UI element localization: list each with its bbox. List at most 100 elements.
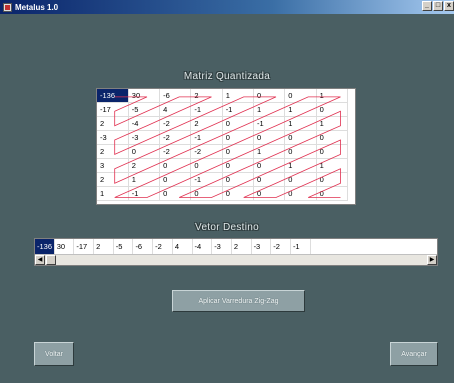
vector-cell[interactable]: 2 — [94, 239, 114, 254]
matrix-cell[interactable]: 0 — [190, 186, 223, 202]
matrix-cell[interactable]: -1 — [128, 186, 161, 202]
matrix-cell[interactable]: 0 — [253, 130, 286, 146]
close-button[interactable]: x — [444, 1, 454, 11]
vector-cell[interactable]: -3 — [212, 239, 232, 254]
vector-cell[interactable]: -5 — [114, 239, 134, 254]
vector-cell[interactable]: -4 — [193, 239, 213, 254]
matrix-cell[interactable]: -2 — [190, 144, 223, 160]
matrix-cell[interactable]: 0 — [159, 186, 192, 202]
matrix-cell[interactable]: 4 — [159, 102, 192, 118]
matrix-cell[interactable]: -1 — [190, 172, 223, 188]
destination-vector-grid[interactable]: -136 30 -17 2 -5 -6 -2 4 -4 -3 2 -3 -2 -1 ◀ ▶ — [34, 238, 438, 266]
matrix-cell[interactable]: 2 — [190, 116, 223, 132]
matrix-cell[interactable]: 1 — [316, 158, 348, 174]
matrix-cell[interactable]: 2 — [97, 116, 129, 132]
matrix-title: Matriz Quantizada — [183, 71, 271, 82]
matrix-cell[interactable]: 3 — [97, 158, 129, 174]
vector-cell[interactable]: -2 — [153, 239, 173, 254]
vector-cell[interactable]: -2 — [271, 239, 291, 254]
horizontal-scrollbar[interactable]: ◀ ▶ — [35, 254, 437, 265]
matrix-cell[interactable]: 1 — [253, 102, 286, 118]
matrix-cell[interactable]: -1 — [190, 102, 223, 118]
matrix-cell[interactable]: 1 — [97, 186, 129, 202]
matrix-cell[interactable]: 0 — [253, 89, 286, 104]
matrix-cell[interactable]: -1 — [222, 102, 254, 118]
matrix-cell[interactable]: 1 — [222, 89, 254, 104]
matrix-cell[interactable]: 0 — [128, 144, 161, 160]
matrix-row: 1 -1 0 0 0 0 0 0 — [97, 186, 348, 202]
vector-cell[interactable]: 2 — [232, 239, 252, 254]
minimize-button[interactable]: _ — [422, 1, 432, 11]
matrix-cell[interactable]: 0 — [284, 186, 317, 202]
matrix-cell[interactable]: -2 — [159, 116, 192, 132]
matrix-cell[interactable]: 0 — [159, 158, 192, 174]
matrix-cell[interactable]: 2 — [97, 144, 129, 160]
window-title: Metalus 1.0 — [15, 2, 59, 12]
matrix-cell[interactable]: -2 — [159, 130, 192, 146]
vector-cells: -136 30 -17 2 -5 -6 -2 4 -4 -3 2 -3 -2 -1 — [35, 239, 437, 254]
matrix-cell[interactable]: 1 — [253, 144, 286, 160]
matrix-row: 2 0 -2 -2 0 1 0 0 — [97, 144, 348, 160]
matrix-cell[interactable]: 2 — [190, 89, 223, 104]
matrix-cell[interactable]: 0 — [222, 130, 254, 146]
vector-cell[interactable]: -136 — [35, 239, 55, 254]
matrix-cell[interactable]: -1 — [190, 130, 223, 146]
matrix-cell[interactable]: 0 — [222, 186, 254, 202]
matrix-row: 32000011 — [97, 158, 348, 174]
matrix-cell[interactable]: -1 — [253, 116, 286, 132]
vector-cell[interactable]: -17 — [74, 239, 95, 254]
matrix-cell[interactable]: -17 — [97, 102, 129, 118]
matrix-cell[interactable]: 1 — [284, 116, 317, 132]
matrix-row: -17 -5 4 -1 -1 1 1 0 — [97, 102, 348, 118]
maximize-button[interactable]: □ — [433, 1, 443, 11]
matrix-cell[interactable]: 0 — [284, 172, 317, 188]
matrix-cell[interactable]: 1 — [128, 172, 161, 188]
matrix-cell[interactable]: -6 — [159, 89, 192, 104]
matrix-row: 2 1 0 -1 0 0 0 0 — [97, 172, 348, 188]
matrix-cell[interactable]: 0 — [159, 172, 192, 188]
matrix-cell[interactable]: 0 — [316, 102, 348, 118]
matrix-cell[interactable]: 0 — [284, 130, 317, 146]
vector-cell[interactable]: 4 — [173, 239, 193, 254]
scroll-thumb[interactable] — [46, 255, 56, 265]
matrix-cell[interactable]: -2 — [159, 144, 192, 160]
matrix-cell[interactable]: -5 — [128, 102, 161, 118]
matrix-cell[interactable]: 0 — [316, 172, 348, 188]
vector-cell[interactable]: -3 — [252, 239, 272, 254]
matrix-cell[interactable]: 0 — [253, 172, 286, 188]
matrix-cell[interactable]: 0 — [222, 116, 254, 132]
matrix-cell[interactable]: 30 — [128, 89, 161, 104]
matrix-cell[interactable]: 0 — [190, 158, 223, 174]
vector-cell[interactable]: -6 — [133, 239, 154, 254]
matrix-row: -136 30 -6 2 1 0 0 1 — [97, 89, 348, 104]
matrix-cell[interactable]: 1 — [316, 89, 348, 104]
matrix-cell[interactable]: 0 — [222, 144, 254, 160]
matrix-cell[interactable]: -136 — [97, 89, 129, 104]
apply-zigzag-button[interactable]: Aplicar Varredura Zig-Zag — [172, 290, 305, 312]
matrix-cell[interactable]: 2 — [128, 158, 161, 174]
matrix-cell[interactable]: -3 — [128, 130, 161, 146]
back-button[interactable]: Voltar — [34, 342, 74, 366]
matrix-cell[interactable]: 0 — [316, 144, 348, 160]
matrix-cell[interactable]: -4 — [128, 116, 161, 132]
matrix-cell[interactable]: 0 — [316, 130, 348, 146]
matrix-cell[interactable]: 1 — [316, 116, 348, 132]
matrix-cell[interactable]: 0 — [253, 186, 286, 202]
matrix-cell[interactable]: 0 — [222, 158, 254, 174]
matrix-cell[interactable]: -3 — [97, 130, 129, 146]
matrix-cell[interactable]: 0 — [316, 186, 348, 202]
vector-cell[interactable]: 30 — [55, 239, 75, 254]
matrix-cell[interactable]: 0 — [284, 144, 317, 160]
matrix-cell[interactable]: 0 — [253, 158, 286, 174]
matrix-cell[interactable]: 2 — [97, 172, 129, 188]
matrix-cell[interactable]: 1 — [284, 102, 317, 118]
title-bar: Metalus 1.0 _ □ x — [0, 0, 454, 14]
scroll-right-icon[interactable]: ▶ — [427, 255, 437, 265]
quantized-matrix-grid[interactable]: -136 30 -6 2 1 0 0 1 -17 -5 4 -1 -1 1 1 0 2 -4 -2 2 0 -1 1 1 -3-… — [96, 88, 356, 205]
vector-cell[interactable]: -1 — [291, 239, 311, 254]
matrix-cell[interactable]: 0 — [284, 89, 317, 104]
matrix-cell[interactable]: 0 — [222, 172, 254, 188]
matrix-cell[interactable]: 1 — [284, 158, 317, 174]
next-button[interactable]: Avançar — [390, 342, 438, 366]
scroll-left-icon[interactable]: ◀ — [35, 255, 45, 265]
